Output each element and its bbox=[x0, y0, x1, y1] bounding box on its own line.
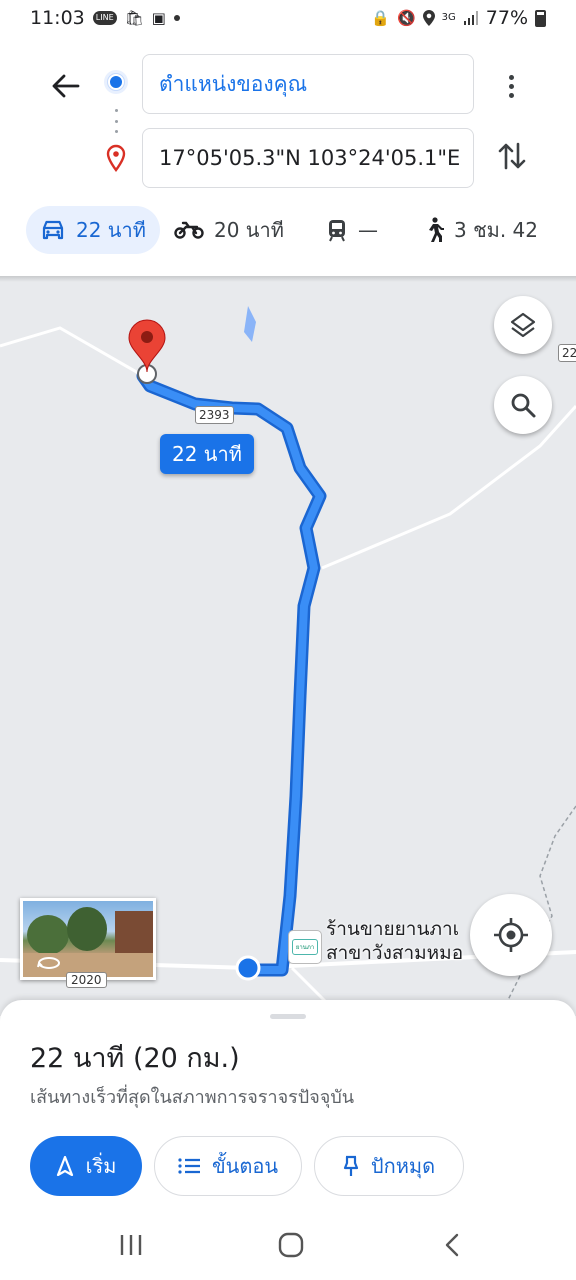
location-icon bbox=[422, 10, 435, 26]
route-duration-label[interactable]: 22 นาที bbox=[160, 434, 254, 474]
pin-button[interactable]: ปักหมุด bbox=[314, 1136, 464, 1196]
navigation-arrow-icon bbox=[56, 1156, 73, 1176]
tab-walk[interactable]: 3 ชม. 42 bbox=[424, 206, 538, 254]
3g-icon: 3G bbox=[441, 12, 456, 23]
status-time: 11:03 bbox=[30, 7, 85, 29]
more-options-button[interactable] bbox=[496, 66, 526, 106]
poi-label[interactable]: ร้านขายยานภาเ สาขาวังสามหมอ bbox=[326, 917, 463, 965]
swap-vert-icon bbox=[498, 142, 526, 170]
start-label: เริ่ม bbox=[85, 1154, 117, 1178]
train-icon bbox=[329, 220, 345, 242]
map-view[interactable]: 2393 22 22 นาที 2020 ยานภา ร้านขายยานภาเ… bbox=[0, 276, 576, 1016]
motorcycle-icon bbox=[174, 221, 204, 239]
road-shield-2020: 2020 bbox=[66, 972, 107, 988]
gallery-icon: ▣ bbox=[151, 8, 166, 27]
tab-motorcycle[interactable]: 20 นาที bbox=[174, 206, 284, 254]
road-shield-edge: 22 bbox=[558, 344, 576, 362]
swap-button[interactable] bbox=[494, 136, 530, 176]
transit-duration: — bbox=[358, 218, 378, 242]
recent-apps-button[interactable] bbox=[116, 1230, 146, 1260]
route-connector bbox=[114, 109, 118, 133]
tab-car[interactable]: 22 นาที bbox=[26, 206, 160, 254]
my-location-button[interactable] bbox=[470, 894, 552, 976]
list-icon bbox=[178, 1158, 200, 1174]
battery-icon bbox=[535, 9, 546, 27]
tab-transit[interactable]: — bbox=[326, 206, 378, 254]
route-duration: 22 นาที (20 กม.) bbox=[30, 1043, 240, 1074]
directions-header: ตำแหน่งของคุณ 17°05'05.3"N 103°24'05.1"E… bbox=[0, 36, 576, 276]
lock-icon: 🔒 bbox=[371, 8, 390, 27]
line-icon: LINE bbox=[92, 11, 117, 25]
back-nav-button[interactable] bbox=[440, 1230, 464, 1260]
street-view-thumbnail[interactable] bbox=[20, 898, 156, 980]
home-button[interactable] bbox=[276, 1230, 306, 1260]
notification-dot-icon bbox=[173, 15, 180, 21]
route-subtitle: เส้นทางเร็วที่สุดในสภาพการจราจรปัจจุบัน bbox=[30, 1087, 355, 1108]
car-icon bbox=[42, 220, 64, 240]
pharmacy-logo: ยานภา bbox=[292, 939, 318, 955]
search-along-route-button[interactable] bbox=[494, 376, 552, 434]
system-nav-bar bbox=[0, 1210, 576, 1280]
road-shield-2393: 2393 bbox=[195, 406, 234, 424]
layers-icon bbox=[510, 312, 536, 338]
steps-label: ขั้นตอน bbox=[211, 1154, 278, 1178]
pharmacy-poi-icon[interactable]: ยานภา bbox=[288, 930, 322, 964]
map-origin-dot bbox=[235, 955, 261, 981]
battery-percent: 77% bbox=[485, 7, 528, 29]
walk-duration: 3 ชม. 42 bbox=[454, 218, 539, 242]
back-button[interactable] bbox=[46, 66, 86, 106]
route-summary-sheet[interactable]: 22 นาที (20 กม.) เส้นทางเร็วที่สุดในสภาพ… bbox=[0, 1000, 576, 1210]
header-shadow bbox=[0, 276, 576, 282]
home-icon bbox=[278, 1232, 304, 1258]
walk-icon bbox=[429, 217, 444, 242]
shopee-icon: 🛍 bbox=[124, 8, 144, 27]
layers-button[interactable] bbox=[494, 296, 552, 354]
sheet-drag-handle[interactable] bbox=[270, 1014, 306, 1019]
my-location-icon bbox=[494, 918, 528, 952]
poi-label-line1: ร้านขายยานภาเ bbox=[326, 918, 460, 940]
map-destination-pin bbox=[128, 319, 166, 373]
destination-field[interactable]: 17°05'05.3"N 103°24'05.1"E bbox=[142, 128, 474, 188]
origin-dot-icon bbox=[104, 70, 128, 94]
search-icon bbox=[511, 393, 536, 418]
travel-mode-tabs: 22 นาที 20 นาที — 3 ชม. 42 bbox=[26, 206, 566, 254]
steps-button[interactable]: ขั้นตอน bbox=[154, 1136, 302, 1196]
motorcycle-duration: 20 นาที bbox=[214, 218, 284, 242]
signal-icon bbox=[463, 11, 478, 25]
recent-apps-icon bbox=[120, 1235, 142, 1255]
origin-field[interactable]: ตำแหน่งของคุณ bbox=[142, 54, 474, 114]
street-view-360-icon bbox=[37, 957, 60, 969]
status-bar: 11:03 LINE 🛍 ▣ 🔒 🔇 3G 77% bbox=[0, 0, 576, 36]
destination-pin-icon bbox=[106, 144, 126, 172]
start-button[interactable]: เริ่ม bbox=[30, 1136, 142, 1196]
car-duration: 22 นาที bbox=[76, 218, 146, 242]
screen: 11:03 LINE 🛍 ▣ 🔒 🔇 3G 77% ตำแหน่งของคุณ … bbox=[0, 0, 576, 1280]
arrow-back-icon bbox=[52, 74, 80, 98]
mute-icon: 🔇 bbox=[396, 8, 416, 27]
pin-icon bbox=[343, 1155, 359, 1176]
pin-label: ปักหมุด bbox=[370, 1154, 436, 1178]
poi-label-line2: สาขาวังสามหมอ bbox=[326, 942, 464, 964]
back-chevron-icon bbox=[445, 1233, 459, 1257]
